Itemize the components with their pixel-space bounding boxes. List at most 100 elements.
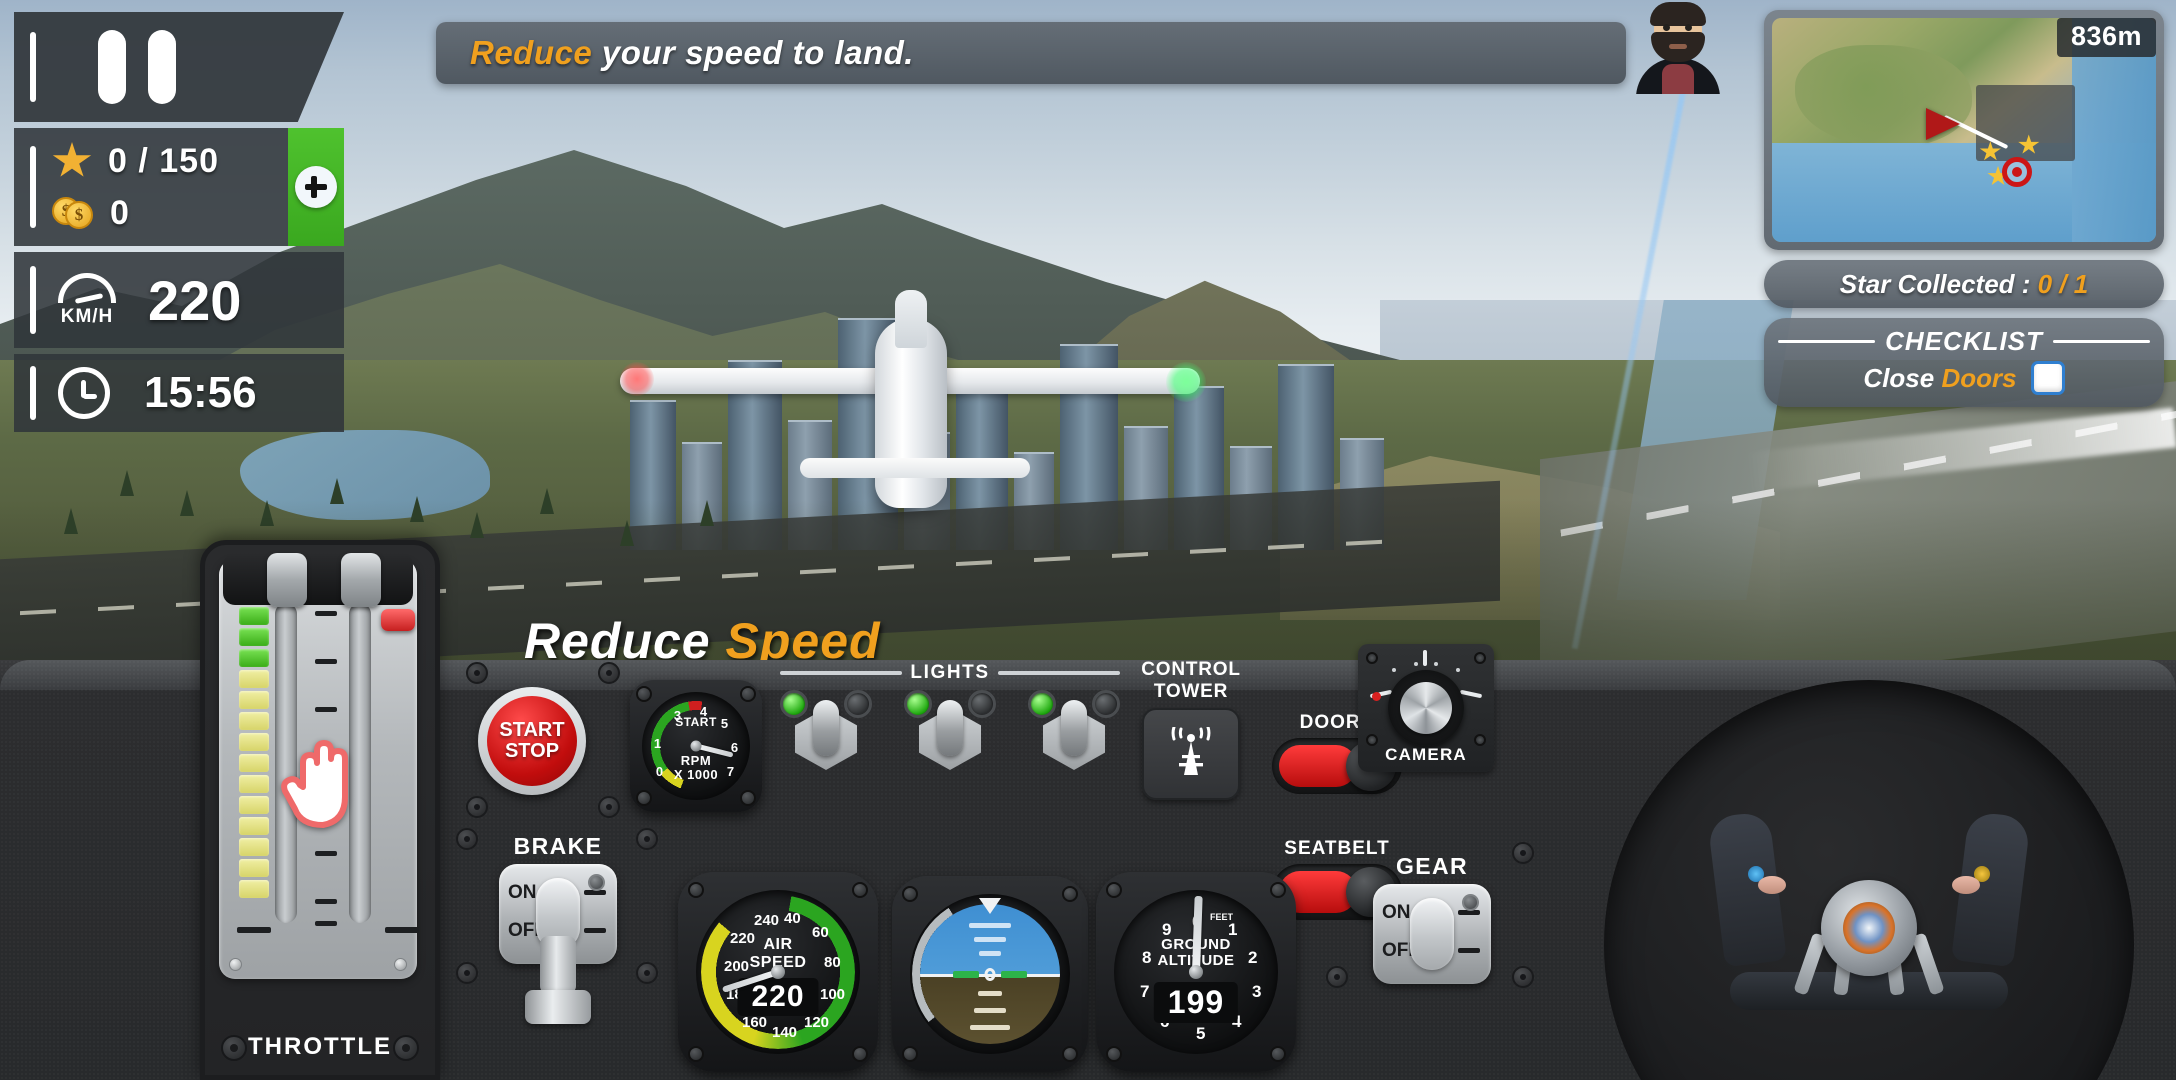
- throttle-lever-primary[interactable]: [267, 553, 307, 607]
- speed-value: 220: [148, 268, 242, 332]
- divider: [780, 671, 903, 675]
- aircraft-stabilizer: [800, 458, 1030, 478]
- time-value: 15:56: [144, 368, 257, 417]
- hud-right-cluster: 836m Star Collected : 0 / 1 CHECKLIST Cl…: [1764, 10, 2164, 407]
- camera-knob[interactable]: [1388, 670, 1464, 746]
- gear-switch[interactable]: ON OFF: [1373, 884, 1491, 984]
- throttle-lever-secondary[interactable]: [341, 553, 381, 607]
- aircraft-tailfin: [895, 290, 927, 348]
- hud-accent-bar: [30, 266, 36, 334]
- minimap[interactable]: 836m: [1764, 10, 2164, 250]
- player-marker-icon: [1925, 107, 1960, 140]
- add-currency-button[interactable]: [288, 128, 344, 246]
- divider: [1778, 340, 1876, 343]
- distance-badge: 836m: [2056, 18, 2156, 57]
- led-green-icon: [780, 690, 808, 718]
- hud-left-cluster: 0 / 150 $$ 0 KM/H 220: [14, 12, 344, 432]
- gear-on-label: ON: [1382, 902, 1411, 923]
- star-collected-panel: Star Collected : 0 / 1: [1764, 260, 2164, 308]
- brake-section: BRAKE ON OFF: [478, 833, 638, 1024]
- control-yoke[interactable]: [1704, 810, 2034, 1034]
- coin-count: 0: [110, 193, 130, 232]
- hud-accent-bar: [30, 145, 36, 229]
- divider: [997, 671, 1121, 675]
- checklist-item[interactable]: Close Doors: [1778, 361, 2150, 395]
- checklist-item-highlight: Doors: [1941, 362, 2017, 393]
- yoke-logo-icon: [1843, 902, 1895, 955]
- hand-cursor-icon: [277, 735, 363, 833]
- stop-label: STOP: [504, 740, 560, 762]
- hud-accent-bar: [30, 31, 36, 103]
- speed-panel: KM/H 220: [14, 252, 344, 348]
- altitude-indicator: GROUND ALTITUDE FEET 0 1 2 3 4 5 6 7 8 9…: [1096, 872, 1296, 1072]
- brake-on-label: ON: [508, 882, 537, 903]
- rpm-gauge: START RPM X 1000 0 1 3 4 5 6 7: [630, 680, 762, 812]
- gear-section: GEAR ON OFF: [1342, 853, 1522, 984]
- led-green-icon: [904, 690, 932, 718]
- throttle-quadrant[interactable]: THROTTLE: [200, 540, 440, 1080]
- brake-handle-grip[interactable]: [525, 990, 591, 1024]
- gear-lever[interactable]: [1410, 898, 1454, 970]
- checklist-panel: CHECKLIST Close Doors: [1764, 318, 2164, 407]
- start-stop-button[interactable]: START STOP: [478, 687, 586, 795]
- brake-switch[interactable]: ON OFF: [499, 864, 617, 1024]
- avatar: [1628, 2, 1728, 94]
- attitude-indicator: [892, 876, 1088, 1072]
- mixture-lever[interactable]: [381, 609, 415, 631]
- coin-stat: $$ 0: [52, 187, 219, 239]
- camera-label: CAMERA: [1385, 745, 1467, 764]
- objective-rest: your speed to land.: [592, 34, 914, 71]
- checklist-item-label: Close Doors: [1863, 363, 2016, 394]
- light-switch-1[interactable]: [780, 690, 872, 778]
- camera-selector[interactable]: CAMERA: [1358, 644, 1494, 772]
- pause-button[interactable]: [14, 12, 344, 122]
- pause-icon: [98, 30, 176, 104]
- checklist-title: CHECKLIST: [1885, 326, 2043, 356]
- plus-icon: [295, 166, 337, 208]
- control-tower-line2: TOWER: [1153, 680, 1229, 702]
- altitude-digital: 199: [1153, 982, 1239, 1023]
- start-label: START: [499, 719, 565, 741]
- brake-led-icon: [588, 874, 605, 891]
- clock-icon: [58, 367, 110, 419]
- lights-label: LIGHTS: [910, 662, 990, 683]
- control-tower-label: CONTROL TOWER: [1128, 659, 1254, 702]
- led-off-icon: [1092, 690, 1120, 718]
- control-tower-line1: CONTROL: [1141, 659, 1241, 681]
- led-off-icon: [968, 690, 996, 718]
- speed-unit: KM/H: [60, 305, 114, 327]
- control-tower-button[interactable]: [1142, 708, 1240, 800]
- star-icon: [52, 142, 92, 177]
- stats-panel: 0 / 150 $$ 0: [14, 128, 344, 246]
- objective-highlight: Reduce: [470, 34, 593, 71]
- throttle-level-bar: [239, 607, 269, 907]
- hud-accent-bar: [30, 365, 36, 421]
- camera-indicator-icon: [1372, 692, 1381, 701]
- throttle-plate: [219, 553, 419, 979]
- divider: [2052, 340, 2150, 343]
- star-collected-value: 0 / 1: [2037, 268, 2089, 299]
- time-panel: 15:56: [14, 354, 344, 432]
- navigation-light-red-icon: [620, 362, 654, 396]
- control-tower-section: CONTROL TOWER: [1128, 659, 1254, 800]
- radio-tower-icon: [1171, 727, 1211, 775]
- light-switch-3[interactable]: [1028, 690, 1120, 778]
- checklist-header: CHECKLIST: [1778, 326, 2150, 357]
- led-off-icon: [844, 690, 872, 718]
- objective-banner: Reduce your speed to land.: [436, 22, 1626, 84]
- brake-label: BRAKE: [513, 833, 603, 859]
- star-collected-text: Star Collected : 0 / 1: [1840, 269, 2089, 300]
- speedometer-icon: KM/H: [54, 272, 120, 328]
- airspeed-label-1: AIR: [763, 936, 793, 953]
- checklist-checkbox[interactable]: [2030, 361, 2065, 395]
- light-switch-2[interactable]: [904, 690, 996, 778]
- led-green-icon: [1028, 690, 1056, 718]
- game-screen: 0 / 150 $$ 0 KM/H 220: [0, 0, 2176, 1080]
- checklist-item-prefix: Close: [1863, 362, 1942, 393]
- lights-section: LIGHTS: [780, 662, 1121, 778]
- star-collected-label: Star Collected :: [1839, 268, 2038, 299]
- star-stat: 0 / 150: [52, 135, 219, 187]
- gear-led-icon: [1462, 894, 1479, 911]
- navigation-light-green-icon: [1166, 362, 1206, 402]
- airspeed-indicator: AIR SPEED 40 60 80 100 120 140 160 180 2…: [678, 872, 878, 1072]
